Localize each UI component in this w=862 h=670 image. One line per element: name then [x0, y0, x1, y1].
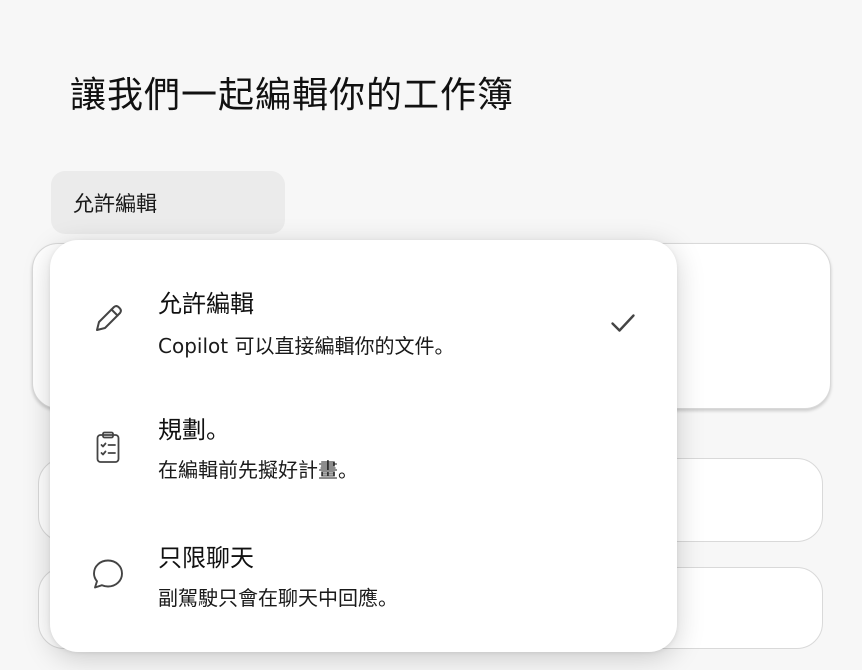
menu-item-description: Copilot 可以直接編輯你的文件。 [158, 334, 455, 358]
menu-item-label: 只限聊天 [158, 544, 254, 572]
menu-item-plan[interactable]: 規劃。 在編輯前先擬好計畫。 [50, 390, 677, 518]
page-title: 讓我們一起編輯你的工作簿 [70, 75, 515, 116]
mode-menu: 允許編輯 Copilot 可以直接編輯你的文件。 規劃。 在編輯前先擬好計畫。 … [50, 240, 677, 652]
menu-item-allow-edit[interactable]: 允許編輯 Copilot 可以直接編輯你的文件。 [50, 262, 677, 390]
menu-item-label: 允許編輯 [158, 290, 254, 318]
menu-item-description: 副駕駛只會在聊天中回應。 [158, 586, 398, 610]
menu-item-description: 在編輯前先擬好計畫。 [158, 458, 358, 482]
mode-dropdown-label: 允許編輯 [73, 191, 157, 216]
menu-item-label: 規劃。 [158, 416, 230, 444]
page: 讓我們一起編輯你的工作簿 允許編輯 允許編輯 Copilot 可以直接編輯你的文… [0, 0, 862, 670]
checkmark-icon [606, 306, 640, 340]
chat-bubble-icon [88, 554, 128, 594]
pencil-icon [88, 299, 128, 339]
mode-dropdown[interactable]: 允許編輯 [51, 171, 285, 234]
clipboard-checklist-icon [88, 427, 128, 467]
menu-item-chat-only[interactable]: 只限聊天 副駕駛只會在聊天中回應。 [50, 518, 677, 646]
